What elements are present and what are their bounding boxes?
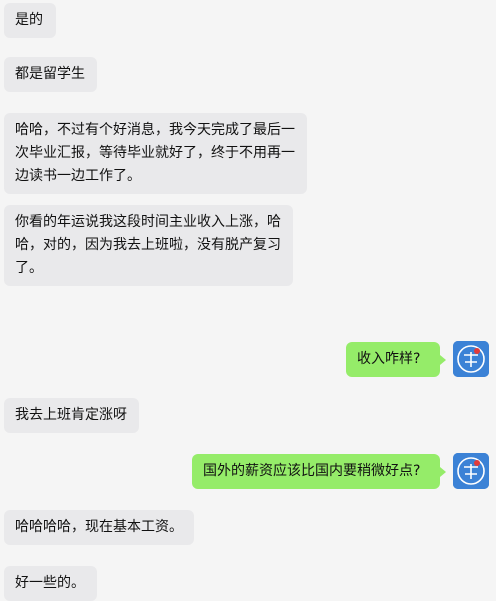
message-bubble-incoming[interactable]: 哈哈，不过有个好消息，我今天完成了最后一次毕业汇报，等待毕业就好了，终于不用再一… — [4, 113, 307, 194]
message-bubble-incoming[interactable]: 好一些的。 — [4, 566, 97, 601]
message-text: 我去上班肯定涨呀 — [15, 407, 127, 423]
message-bubble-incoming[interactable]: 我去上班肯定涨呀 — [4, 398, 139, 433]
message-text: 是的 — [15, 12, 43, 28]
message-text: 你看的年运说我这段时间主业收入上涨，哈哈，对的，因为我去上班啦，没有脱产复习了。 — [15, 214, 281, 276]
message-bubble-incoming[interactable]: 哈哈哈哈，现在基本工资。 — [4, 510, 194, 545]
user-avatar-icon-graphic — [453, 341, 489, 377]
user-avatar-icon[interactable] — [453, 341, 489, 377]
user-avatar-icon[interactable] — [453, 453, 489, 489]
message-text: 好一些的。 — [15, 575, 85, 591]
message-bubble-outgoing[interactable]: 国外的薪资应该比国内要稍微好点? — [192, 454, 446, 489]
user-avatar-icon-graphic — [453, 453, 489, 489]
message-text: 哈哈，不过有个好消息，我今天完成了最后一次毕业汇报，等待毕业就好了，终于不用再一… — [15, 122, 295, 184]
message-bubble-incoming[interactable]: 你看的年运说我这段时间主业收入上涨，哈哈，对的，因为我去上班啦，没有脱产复习了。 — [4, 205, 293, 286]
message-text: 国外的薪资应该比国内要稍微好点? — [203, 463, 421, 479]
message-text: 都是留学生 — [15, 66, 85, 82]
message-text: 收入咋样? — [357, 351, 421, 367]
message-text: 哈哈哈哈，现在基本工资。 — [15, 519, 183, 535]
message-bubble-incoming[interactable]: 是的 — [4, 3, 56, 38]
message-bubble-outgoing[interactable]: 收入咋样? — [346, 342, 446, 377]
chat-message-list: 是的 都是留学生 哈哈，不过有个好消息，我今天完成了最后一次毕业汇报，等待毕业就… — [0, 0, 496, 601]
message-bubble-incoming[interactable]: 都是留学生 — [4, 57, 97, 92]
